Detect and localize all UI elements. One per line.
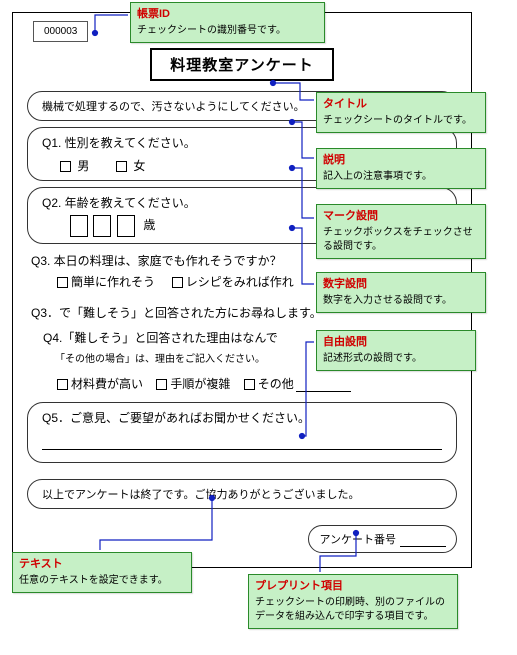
other-input-line[interactable]: [296, 391, 351, 392]
q5-box: Q5．ご意見、ご要望があればお聞かせください。: [27, 402, 457, 463]
q4-opt2: 手順が複雑: [170, 377, 230, 391]
q1-opt2: 女: [133, 159, 145, 173]
callout-text: テキスト 任意のテキストを設定できます。: [12, 552, 192, 593]
callout-formid-title: 帳票ID: [137, 7, 318, 22]
checkbox-icon[interactable]: [116, 161, 127, 172]
callout-num-desc: 数字を入力させる設問です。: [323, 295, 452, 306]
q3-opt1: 簡単に作れそう: [71, 275, 155, 289]
callout-num: 数字設問 数字を入力させる設問です。: [316, 272, 486, 313]
checkbox-icon[interactable]: [57, 379, 68, 390]
survey-number-box: アンケート番号: [308, 525, 457, 553]
survey-number-label: アンケート番号: [319, 534, 396, 546]
callout-text-desc: 任意のテキストを設定できます。: [19, 575, 168, 586]
q1-opt1: 男: [77, 159, 89, 173]
callout-title-title: タイトル: [323, 97, 479, 112]
checkbox-icon[interactable]: [172, 277, 183, 288]
callout-title: タイトル チェックシートのタイトルです。: [316, 92, 486, 133]
survey-number-line[interactable]: [400, 546, 446, 547]
closing-pill: 以上でアンケートは終了です。ご協力ありがとうございました。: [27, 479, 457, 509]
callout-num-title: 数字設問: [323, 277, 479, 292]
closing-text: 以上でアンケートは終了です。ご協力ありがとうございました。: [42, 489, 359, 501]
callout-instruction: 説明 記入上の注意事項です。: [316, 148, 486, 189]
checkbox-icon[interactable]: [57, 277, 68, 288]
q4-opt1: 材料費が高い: [71, 377, 143, 391]
survey-title: 料理教室アンケート: [150, 48, 333, 81]
checkbox-icon[interactable]: [156, 379, 167, 390]
callout-preprint-title: プレプリント項目: [255, 579, 451, 594]
callout-free: 自由設問 記述形式の設問です。: [316, 330, 476, 371]
q4-opt3: その他: [258, 377, 294, 391]
form-id: 000003: [44, 26, 77, 37]
callout-title-desc: チェックシートのタイトルです。: [323, 115, 472, 126]
digit-box[interactable]: [70, 215, 88, 237]
callout-free-desc: 記述形式の設問です。: [323, 353, 422, 364]
checkbox-icon[interactable]: [60, 161, 71, 172]
checkbox-icon[interactable]: [244, 379, 255, 390]
callout-preprint: プレプリント項目 チェックシートの印刷時、別のファイルのデータを組み込んで印字す…: [248, 574, 458, 629]
callout-text-title: テキスト: [19, 557, 185, 572]
callout-inst-title: 説明: [323, 153, 479, 168]
digit-box[interactable]: [117, 215, 135, 237]
callout-mark-title: マーク設問: [323, 209, 479, 224]
digit-box[interactable]: [93, 215, 111, 237]
callout-preprint-desc: チェックシートの印刷時、別のファイルのデータを組み込んで印字する項目です。: [255, 597, 445, 622]
instruction-text: 機械で処理するので、汚さないようにしてください。: [42, 101, 305, 113]
form-id-box: 000003: [33, 21, 88, 42]
q3-opt2: レシピをみれば作れ: [186, 275, 294, 289]
opinion-input-line[interactable]: [42, 436, 442, 450]
callout-inst-desc: 記入上の注意事項です。: [323, 171, 432, 182]
callout-mark-desc: チェックボックスをチェックさせる設問です。: [323, 227, 473, 252]
callout-formid: 帳票ID チェックシートの識別番号です。: [130, 2, 325, 43]
callout-formid-desc: チェックシートの識別番号です。: [137, 25, 286, 36]
q2-unit: 歳: [143, 218, 155, 232]
callout-free-title: 自由設問: [323, 335, 469, 350]
q5-label: Q5．ご意見、ご要望があればお聞かせください。: [42, 409, 442, 426]
callout-mark: マーク設問 チェックボックスをチェックさせる設問です。: [316, 204, 486, 259]
